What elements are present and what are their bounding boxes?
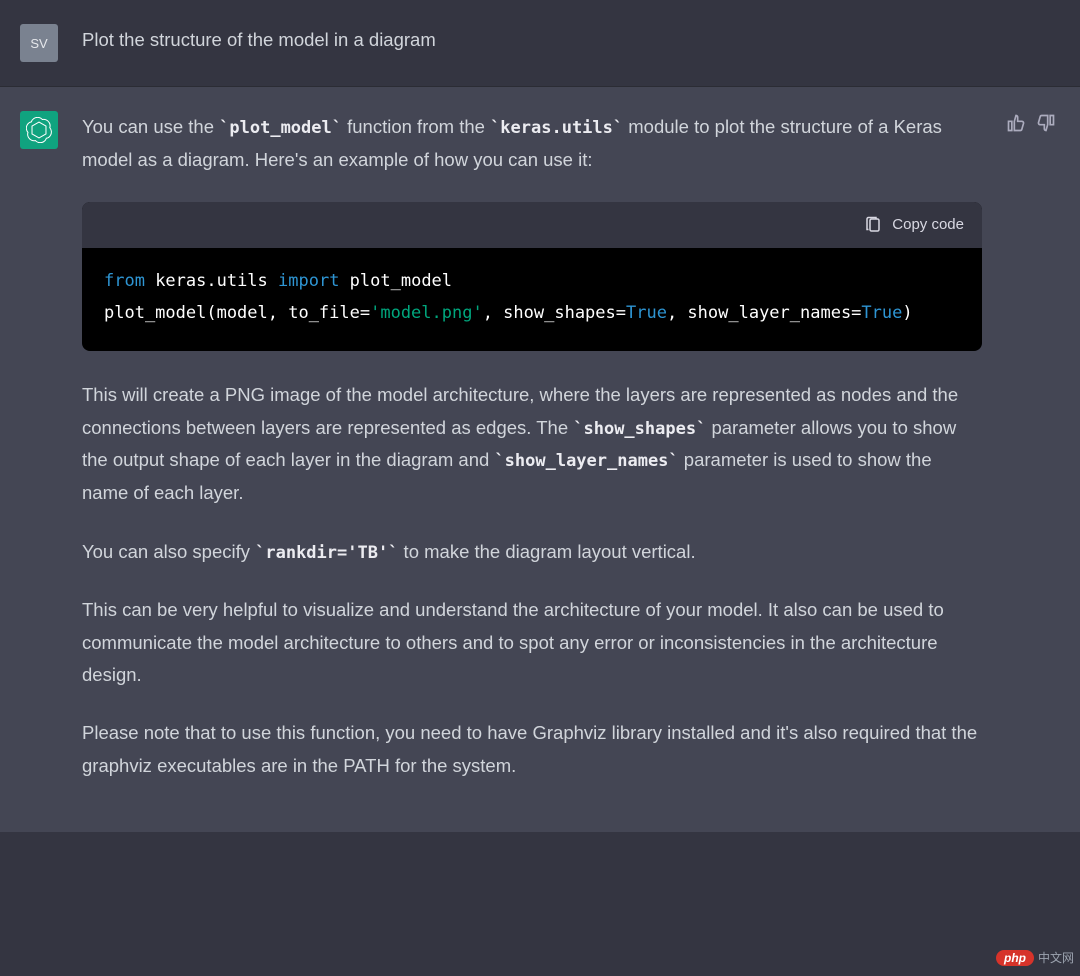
code-header: Copy code: [82, 202, 982, 248]
feedback-controls: [1006, 111, 1056, 808]
inline-code-keras-utils: `keras.utils`: [490, 118, 623, 138]
paragraph-5: Please note that to use this function, y…: [82, 717, 982, 782]
thumbs-up-icon[interactable]: [1006, 113, 1026, 133]
code-block: Copy code from keras.utils import plot_m…: [82, 202, 982, 351]
assistant-message: You can use the `plot_model` function fr…: [0, 87, 1080, 832]
openai-logo-icon: [26, 117, 52, 143]
intro-paragraph: You can use the `plot_model` function fr…: [82, 111, 982, 176]
paragraph-2: This will create a PNG image of the mode…: [82, 379, 982, 509]
copy-code-button[interactable]: Copy code: [864, 212, 964, 238]
watermark-text: 中文网: [1038, 949, 1074, 966]
clipboard-icon: [864, 216, 882, 234]
user-avatar: SV: [20, 24, 58, 62]
code-content: from keras.utils import plot_model plot_…: [82, 248, 982, 351]
inline-code-show-layer-names: `show_layer_names`: [494, 451, 678, 471]
inline-code-show-shapes: `show_shapes`: [573, 419, 706, 439]
copy-code-label: Copy code: [892, 212, 964, 238]
text: You can also specify: [82, 541, 255, 562]
assistant-content: You can use the `plot_model` function fr…: [82, 111, 982, 808]
user-message: SV Plot the structure of the model in a …: [0, 0, 1080, 87]
text: to make the diagram layout vertical.: [398, 541, 695, 562]
text: You can use the: [82, 116, 219, 137]
thumbs-down-icon[interactable]: [1036, 113, 1056, 133]
paragraph-4: This can be very helpful to visualize an…: [82, 594, 982, 691]
watermark-pill: php: [996, 950, 1034, 966]
assistant-avatar: [20, 111, 58, 149]
inline-code-rankdir: `rankdir='TB'`: [255, 543, 398, 563]
text: function from the: [342, 116, 490, 137]
inline-code-plot-model: `plot_model`: [219, 118, 342, 138]
watermark: php 中文网: [996, 949, 1074, 966]
paragraph-3: You can also specify `rankdir='TB'` to m…: [82, 536, 982, 569]
user-prompt: Plot the structure of the model in a dia…: [82, 24, 982, 62]
